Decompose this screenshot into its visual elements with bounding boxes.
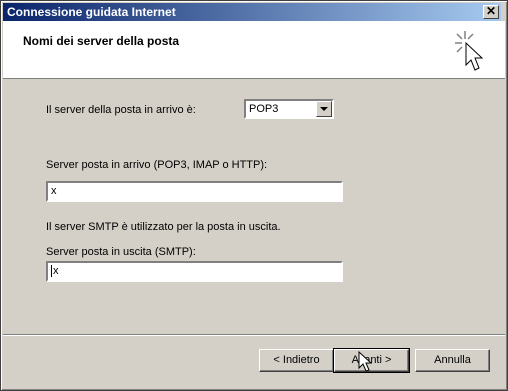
outgoing-server-label: Server posta in uscita (SMTP): — [46, 246, 196, 258]
mouse-cursor-icon — [358, 351, 372, 372]
incoming-server-input[interactable]: x — [46, 181, 343, 202]
incoming-type-label: Il server della posta in arrivo è: — [46, 104, 196, 116]
incoming-server-label: Server posta in arrivo (POP3, IMAP o HTT… — [46, 159, 268, 171]
outgoing-server-input[interactable]: x — [46, 261, 343, 282]
incoming-type-value: POP3 — [249, 103, 279, 115]
chevron-down-icon — [320, 107, 328, 111]
close-button[interactable]: ✕ — [483, 5, 499, 19]
divider-highlight — [3, 335, 505, 336]
incoming-type-select[interactable]: POP3 — [244, 99, 334, 119]
wizard-sparkle-icon — [455, 31, 484, 71]
window-title: Connessione guidata Internet — [7, 5, 176, 19]
dropdown-button[interactable] — [316, 101, 332, 117]
smtp-info-text: Il server SMTP è utilizzato per la posta… — [46, 221, 281, 233]
outgoing-server-value: x — [53, 265, 59, 277]
incoming-server-value: x — [51, 185, 57, 197]
close-icon: ✕ — [485, 4, 497, 18]
cancel-button[interactable]: Annulla — [415, 349, 490, 372]
back-button[interactable]: < Indietro — [259, 349, 334, 372]
wizard-window: Connessione guidata Internet ✕ Nomi dei … — [0, 0, 508, 391]
page-title: Nomi dei server della posta — [23, 34, 180, 48]
text-caret — [51, 265, 52, 278]
title-bar[interactable]: Connessione guidata Internet ✕ — [3, 3, 501, 21]
wizard-header: Nomi dei server della posta — [3, 21, 505, 79]
